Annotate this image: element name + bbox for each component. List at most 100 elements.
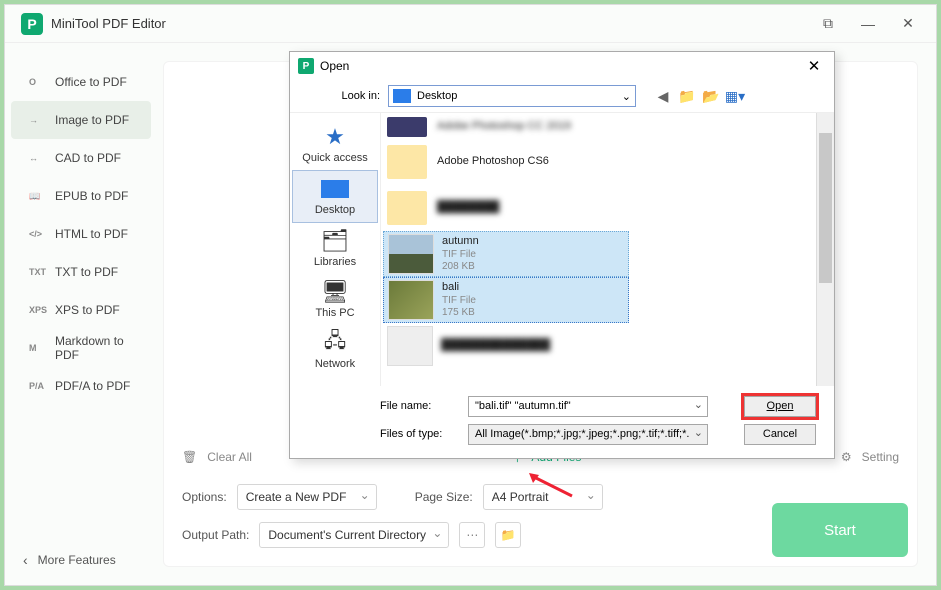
image-thumb (388, 234, 434, 274)
dialog-body: ★ Quick access Desktop 🗂 Libraries 🖥 Thi… (290, 112, 834, 386)
place-quick-access[interactable]: ★ Quick access (290, 119, 380, 170)
xps-icon: XPS (29, 305, 47, 315)
open-button[interactable]: Open (744, 396, 816, 417)
sidebar-item-label: PDF/A to PDF (55, 379, 130, 393)
close-button[interactable]: ✕ (888, 9, 928, 39)
app-logo: P (21, 13, 43, 35)
options-label: Options: (182, 490, 227, 504)
sidebar-item-label: EPUB to PDF (55, 189, 128, 203)
lookin-select[interactable]: Desktop ⌄ (388, 85, 636, 107)
output-path-value: Document's Current Directory (268, 528, 426, 542)
desktop-place-icon (320, 177, 350, 201)
app-title: MiniTool PDF Editor (51, 16, 808, 31)
html-icon: </> (29, 229, 47, 239)
cad-icon: ↔ (29, 153, 47, 163)
office-icon: O (29, 77, 47, 87)
filesoftype-label: Files of type: (380, 428, 460, 440)
txt-icon: TXT (29, 267, 47, 277)
sidebar: O Office to PDF → Image to PDF ↔ CAD to … (5, 43, 157, 405)
titlebar: P MiniTool PDF Editor ⧉ — ✕ (5, 5, 936, 43)
clear-all-button[interactable]: Clear All (207, 450, 252, 464)
image-thumb (387, 326, 433, 366)
sidebar-item-label: HTML to PDF (55, 227, 128, 241)
epub-icon: 📖 (29, 191, 47, 202)
file-name: Adobe Photoshop CS6 (437, 155, 549, 168)
sidebar-item-xps[interactable]: XPS XPS to PDF (11, 291, 151, 329)
file-name: ████████ (437, 201, 499, 214)
place-label: Quick access (302, 152, 367, 164)
place-label: This PC (315, 307, 354, 319)
sidebar-item-cad[interactable]: ↔ CAD to PDF (11, 139, 151, 177)
filesoftype-select[interactable]: All Image(*.bmp;*.jpg;*.jpeg;*.png;*.tif… (468, 424, 708, 445)
app-window: P MiniTool PDF Editor ⧉ — ✕ O Office to … (4, 4, 937, 586)
file-item-folder[interactable]: Adobe Photoshop CC 2019 (383, 115, 831, 139)
vertical-scrollbar[interactable] (816, 113, 833, 386)
place-desktop[interactable]: Desktop (292, 170, 378, 223)
sidebar-item-label: TXT to PDF (55, 265, 118, 279)
minimize-button[interactable]: — (848, 9, 888, 39)
file-item-image[interactable]: ██████████████ (383, 323, 831, 369)
place-network[interactable]: 🖧 Network (290, 325, 380, 376)
sidebar-item-txt[interactable]: TXT TXT to PDF (11, 253, 151, 291)
up-folder-icon[interactable]: 📁 (678, 87, 696, 105)
dialog-nav-icons: ◀ 📁 📂 ▦▾ (654, 87, 744, 105)
pagesize-label: Page Size: (415, 490, 473, 504)
sidebar-item-epub[interactable]: 📖 EPUB to PDF (11, 177, 151, 215)
dialog-close-button[interactable]: ✕ (802, 57, 826, 75)
desktop-icon (393, 89, 411, 103)
place-libraries[interactable]: 🗂 Libraries (290, 223, 380, 274)
view-menu-icon[interactable]: ▦▾ (726, 87, 744, 105)
sidebar-item-html[interactable]: </> HTML to PDF (11, 215, 151, 253)
cancel-button[interactable]: Cancel (744, 424, 816, 445)
output-path-select[interactable]: Document's Current Directory (259, 522, 449, 548)
sidebar-item-markdown[interactable]: M Markdown to PDF (11, 329, 151, 367)
pdfa-icon: P/A (29, 381, 47, 391)
file-name: ██████████████ (441, 339, 550, 352)
image-thumb (388, 280, 434, 320)
sidebar-item-office[interactable]: O Office to PDF (11, 63, 151, 101)
file-item-image[interactable]: autumn TIF File 208 KB (383, 231, 629, 277)
gear-icon: ⚙ (841, 450, 852, 464)
more-path-button[interactable]: ⋯ (459, 522, 485, 548)
sidebar-item-label: Office to PDF (55, 75, 127, 89)
setting-button[interactable]: Setting (862, 450, 899, 464)
folder-icon (387, 117, 427, 137)
cancel-button-label: Cancel (763, 428, 797, 440)
output-label: Output Path: (182, 528, 249, 542)
file-size: 175 KB (442, 307, 476, 319)
file-item-image[interactable]: bali TIF File 175 KB (383, 277, 629, 323)
more-features-label: More Features (38, 553, 116, 567)
file-name: bali (442, 281, 476, 294)
dialog-title: Open (320, 59, 802, 73)
sidebar-item-label: Image to PDF (55, 113, 129, 127)
browse-folder-button[interactable]: 📁 (495, 522, 521, 548)
scrollbar-thumb[interactable] (819, 133, 832, 283)
lookin-value: Desktop (417, 90, 457, 102)
chevron-left-icon: ‹ (23, 552, 28, 568)
libraries-icon: 🗂 (320, 229, 350, 253)
place-label: Desktop (315, 204, 355, 216)
new-folder-icon[interactable]: 📂 (702, 87, 720, 105)
share-icon[interactable]: ⧉ (808, 9, 848, 39)
open-dialog: P Open ✕ Look in: Desktop ⌄ ◀ 📁 📂 ▦▾ ★ (289, 51, 835, 459)
file-item-folder[interactable]: ████████ (383, 185, 831, 231)
start-button[interactable]: Start (772, 503, 908, 557)
filename-label: File name: (380, 400, 460, 412)
file-item-folder[interactable]: Adobe Photoshop CS6 (383, 139, 831, 185)
sidebar-item-label: Markdown to PDF (55, 334, 151, 362)
sidebar-item-pdfa[interactable]: P/A PDF/A to PDF (11, 367, 151, 405)
places-bar: ★ Quick access Desktop 🗂 Libraries 🖥 Thi… (290, 113, 380, 386)
dialog-logo: P (298, 58, 314, 74)
file-list-area[interactable]: Adobe Photoshop CC 2019 Adobe Photoshop … (380, 113, 834, 386)
folder-icon (387, 191, 427, 225)
filename-input[interactable]: "bali.tif" "autumn.tif" (468, 396, 708, 417)
back-icon[interactable]: ◀ (654, 87, 672, 105)
left-column: O Office to PDF → Image to PDF ↔ CAD to … (5, 43, 157, 585)
sidebar-item-image[interactable]: → Image to PDF (11, 101, 151, 139)
place-this-pc[interactable]: 🖥 This PC (290, 274, 380, 325)
image-icon: → (29, 115, 47, 125)
options-select[interactable]: Create a New PDF (237, 484, 377, 510)
markdown-icon: M (29, 343, 47, 353)
more-features[interactable]: ‹ More Features (5, 535, 157, 585)
folder-icon (387, 145, 427, 179)
